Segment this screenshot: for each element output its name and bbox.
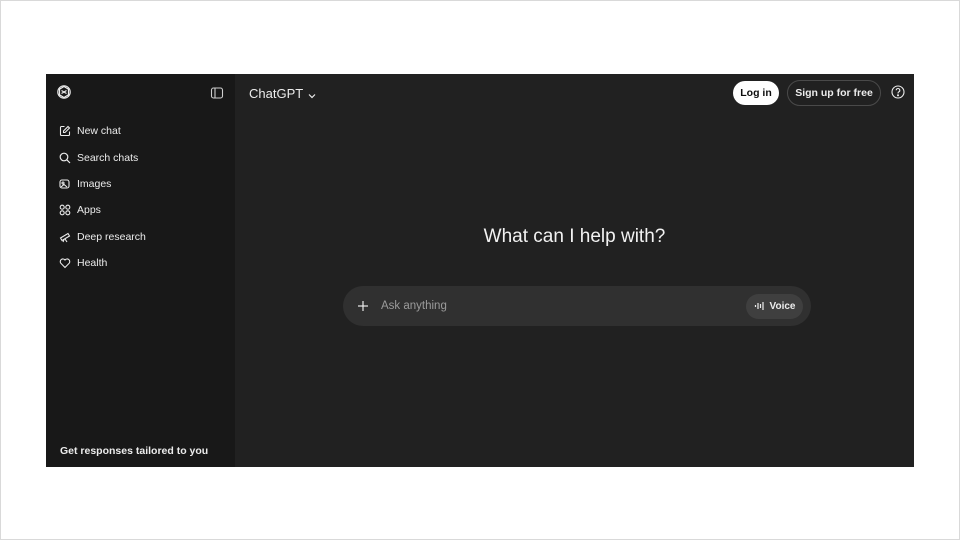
main-panel: ChatGPT Log in Sign up for free What can…: [235, 74, 914, 467]
login-button[interactable]: Log in: [733, 81, 779, 105]
sidebar-item-health[interactable]: Health: [54, 250, 226, 276]
sidebar-item-label: Apps: [77, 204, 101, 217]
sidebar-item-label: Health: [77, 257, 108, 270]
plus-icon[interactable]: [355, 298, 371, 314]
sidebar-nav: New chat Search chats Images Apps Deep r…: [54, 118, 226, 276]
sidebar-item-search-chats[interactable]: Search chats: [54, 144, 226, 170]
page-title: What can I help with?: [483, 226, 666, 247]
sidebar: New chat Search chats Images Apps Deep r…: [46, 74, 235, 467]
search-icon: [58, 151, 71, 164]
sidebar-item-label: Search chats: [77, 151, 139, 164]
sidebar-item-images[interactable]: Images: [54, 171, 226, 197]
openai-logo-icon[interactable]: [56, 84, 72, 100]
telescope-icon: [58, 230, 71, 243]
voice-button[interactable]: Voice: [746, 293, 803, 319]
sidebar-item-deep-research[interactable]: Deep research: [54, 224, 226, 250]
voice-waveform-icon: [754, 301, 766, 311]
signup-button[interactable]: Sign up for free: [787, 80, 881, 106]
sidebar-item-label: Images: [77, 177, 112, 190]
chevron-down-icon: [307, 89, 317, 99]
sidebar-footer-text[interactable]: Get responses tailored to you: [60, 445, 208, 457]
chat-app-window: New chat Search chats Images Apps Deep r…: [46, 74, 914, 467]
images-icon: [58, 177, 71, 190]
heart-icon: [58, 257, 71, 270]
sidebar-item-label: New chat: [77, 125, 121, 138]
sidebar-toggle-icon[interactable]: [210, 86, 224, 100]
voice-label: Voice: [769, 300, 796, 312]
sidebar-item-new-chat[interactable]: New chat: [54, 118, 226, 144]
message-input[interactable]: Ask anything: [381, 300, 746, 312]
model-selector[interactable]: ChatGPT: [249, 86, 317, 101]
message-composer[interactable]: Ask anything Voice: [343, 286, 811, 326]
apps-icon: [58, 204, 71, 217]
model-label: ChatGPT: [249, 86, 304, 101]
edit-icon: [58, 125, 71, 138]
help-icon[interactable]: [891, 85, 905, 99]
sidebar-item-label: Deep research: [77, 230, 146, 243]
sidebar-item-apps[interactable]: Apps: [54, 197, 226, 223]
